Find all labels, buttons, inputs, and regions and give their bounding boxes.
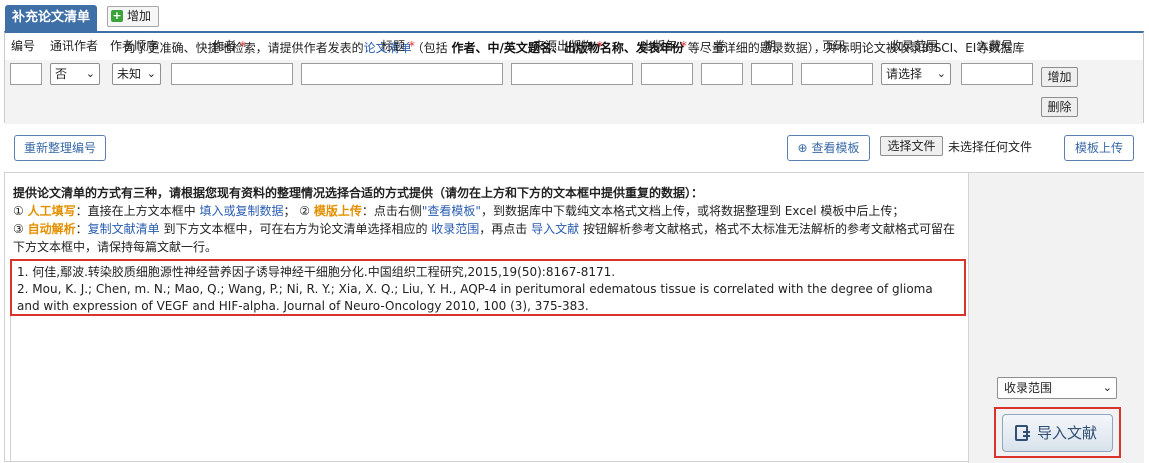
header-accession: 入藏号 <box>977 39 1014 53</box>
header-year: 出版年 * <box>641 39 687 53</box>
reference-line: 1. 何佳,鄢波.转染胶质细胞源性神经营养因子诱导神经干细胞分化.中国组织工程研… <box>17 265 616 279</box>
corresponding-select[interactable]: 否 ⌄ <box>50 63 100 85</box>
import-link[interactable]: 导入文献 <box>531 222 579 236</box>
add-tab-label: 增加 <box>127 9 152 23</box>
circle-plus-icon: ⊕ <box>797 141 808 155</box>
reference-line: 2. Mou, K. J.; Chen, m. N.; Mao, Q.; Wan… <box>17 282 933 313</box>
chevron-down-icon: ⌄ <box>85 67 95 80</box>
pages-input[interactable] <box>801 63 873 85</box>
index-scope-link[interactable]: 收录范围 <box>431 222 479 236</box>
order-select[interactable]: 未知 ⌄ <box>112 63 161 85</box>
view-template-link[interactable]: "查看模板" <box>422 204 481 218</box>
indexed-select[interactable]: 请选择 ⌄ <box>881 63 951 85</box>
source-input[interactable] <box>511 63 633 85</box>
chevron-down-icon: ⌄ <box>936 67 946 80</box>
header-volume: 卷 <box>714 39 727 53</box>
view-template-button[interactable]: ⊕ 查看模板 <box>787 135 870 161</box>
no-file-label: 未选择任何文件 <box>948 140 1033 154</box>
header-author: 作者 * <box>212 39 246 53</box>
author-input[interactable] <box>171 63 293 85</box>
instructions: 提供论文清单的方式有三种，请根据您现有资料的整理情况选择合适的方式提供（请勿在上… <box>13 186 955 254</box>
header-order: 作者顺序 <box>110 39 159 53</box>
header-source: 来源出版物 * <box>533 39 603 53</box>
header-number: 编号 <box>11 39 36 53</box>
chevron-down-icon: ⌄ <box>1102 381 1112 394</box>
chevron-down-icon: ⌄ <box>146 67 156 80</box>
header-title: 标题 * <box>381 39 415 53</box>
template-upload-button[interactable]: 模板上传 <box>1064 135 1134 161</box>
document-icon <box>1015 425 1030 441</box>
import-references-button[interactable]: 导入文献 <box>1002 414 1113 452</box>
fill-data-link[interactable]: 填入或复制数据 <box>199 204 283 218</box>
title-input[interactable] <box>301 63 503 85</box>
delete-row-button[interactable]: 删除 <box>1041 97 1078 117</box>
reference-textarea[interactable]: 1. 何佳,鄢波.转染胶质细胞源性神经营养因子诱导神经干细胞分化.中国组织工程研… <box>10 259 966 316</box>
tab-bar: 补充论文清单 + 增加 <box>0 0 1149 31</box>
scope-select[interactable]: 收录范围 ⌄ <box>997 377 1117 399</box>
header-indexed: 收录范围 <box>890 39 939 53</box>
volume-input[interactable] <box>701 63 743 85</box>
issue-input[interactable] <box>751 63 793 85</box>
reference-textarea-continued[interactable] <box>10 316 966 462</box>
choose-file-button[interactable]: 选择文件 <box>880 136 943 156</box>
plus-icon: + <box>111 9 123 22</box>
accession-input[interactable] <box>961 63 1033 85</box>
copy-list-link[interactable]: 复制文献清单 <box>88 222 160 236</box>
add-tab-button[interactable]: + 增加 <box>107 6 159 27</box>
header-pages: 页码 <box>822 39 847 53</box>
header-corresponding: 通讯作者 <box>50 39 99 53</box>
year-input[interactable] <box>641 63 693 85</box>
add-row-button[interactable]: 增加 <box>1041 67 1078 87</box>
number-input[interactable] <box>10 63 42 85</box>
import-button-highlight: 导入文献 <box>994 407 1121 458</box>
renumber-button[interactable]: 重新整理编号 <box>14 135 106 161</box>
tab-supplement-paper-list[interactable]: 补充论文清单 <box>5 5 97 31</box>
header-issue: 期 <box>764 39 777 53</box>
